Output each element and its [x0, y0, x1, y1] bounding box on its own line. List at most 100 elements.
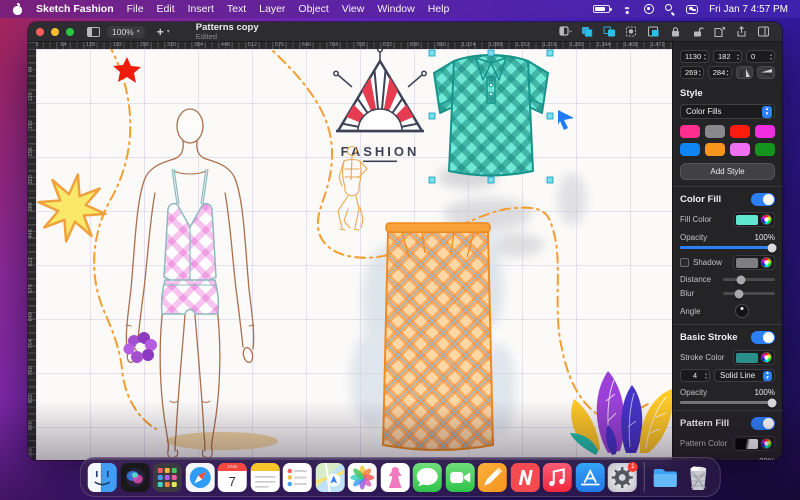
crop-icon[interactable]	[647, 26, 660, 37]
app-window: 100%▾ +▾ Patterns copy Edited 0641281922…	[28, 22, 782, 460]
yellow-starburst[interactable]	[39, 175, 106, 242]
red-star[interactable]	[113, 57, 141, 83]
ungroup-icon[interactable]	[603, 26, 616, 37]
dock-launchpad-icon[interactable]	[153, 463, 182, 492]
leaves-decoration[interactable]	[570, 371, 672, 455]
group-icon[interactable]	[581, 26, 594, 37]
zoom-dropdown[interactable]: 100%▾	[107, 26, 145, 38]
dock-fashion-app-icon[interactable]	[380, 463, 409, 492]
dock-appstore-icon[interactable]	[575, 463, 604, 492]
y-position-field[interactable]: 182▴▾	[713, 50, 742, 63]
dock-reminders-icon[interactable]	[283, 463, 312, 492]
dock-folder-icon[interactable]	[651, 463, 680, 492]
canvas[interactable]: FASHION	[36, 49, 672, 460]
dock-messages-icon[interactable]	[413, 463, 442, 492]
color-picker-icon[interactable]	[761, 214, 772, 225]
share-icon[interactable]	[735, 26, 748, 37]
dock-trash-icon[interactable]	[683, 463, 712, 492]
panel-toggle-icon[interactable]	[757, 26, 770, 37]
lock-icon[interactable]	[669, 26, 682, 37]
menu-item[interactable]: Text	[227, 3, 246, 15]
dock-news-icon[interactable]	[510, 463, 539, 492]
flip-vertical-button[interactable]	[757, 66, 775, 79]
dock-siri-icon[interactable]	[120, 463, 149, 492]
fill-opacity-slider[interactable]	[680, 246, 775, 249]
cami-top-garment[interactable]	[164, 169, 216, 284]
shadow-angle-dial[interactable]	[735, 304, 749, 318]
unlock-icon[interactable]	[691, 26, 704, 37]
user-switch-icon[interactable]	[644, 4, 654, 14]
dock-notes-icon[interactable]	[250, 463, 279, 492]
fill-opacity-value: 100%	[755, 233, 775, 242]
sidebar-toggle-icon[interactable]	[87, 27, 100, 37]
apple-logo-icon[interactable]	[12, 3, 23, 15]
height-field[interactable]: 284▴▾	[708, 66, 732, 79]
menu-item[interactable]: Object	[298, 3, 328, 15]
menu-item[interactable]: Window	[377, 3, 414, 15]
stroke-style-dropdown[interactable]: Solid Line▲▼	[714, 369, 775, 382]
dock-finder-icon[interactable]	[88, 463, 117, 492]
stroke-color-well[interactable]	[733, 350, 775, 365]
stroke-width-field[interactable]: 4▴▾	[680, 369, 710, 382]
menu-clock[interactable]: Fri Jan 7 4:57 PM	[709, 4, 788, 15]
small-croquis-sketch[interactable]	[338, 147, 367, 231]
dock-photos-icon[interactable]	[348, 463, 377, 492]
spotlight-search-icon[interactable]	[665, 4, 675, 14]
fashion-logo[interactable]: FASHION	[334, 49, 426, 162]
dock-safari-icon[interactable]	[185, 463, 214, 492]
shadow-distance-slider[interactable]	[723, 278, 775, 281]
add-style-button[interactable]: Add Style	[680, 163, 775, 180]
shadow-color-well[interactable]	[733, 255, 775, 270]
wifi-icon[interactable]	[621, 5, 633, 14]
close-button[interactable]	[36, 28, 44, 36]
pattern-color-well[interactable]	[733, 436, 775, 451]
style-swatch[interactable]	[680, 143, 700, 156]
style-swatch[interactable]	[730, 125, 750, 138]
width-field[interactable]: 269▴▾	[680, 66, 704, 79]
fullscreen-button[interactable]	[66, 28, 74, 36]
style-swatch[interactable]	[705, 143, 725, 156]
ruler-label: 768	[28, 357, 36, 384]
export-icon[interactable]	[713, 26, 726, 37]
menu-bar: Sketch Fashion File Edit Insert Text Layer Ob…	[0, 0, 800, 18]
stroke-opacity-slider[interactable]	[680, 401, 775, 404]
control-center-icon[interactable]	[686, 5, 698, 14]
menu-item[interactable]: Help	[428, 3, 450, 15]
pattern-fill-toggle[interactable]	[751, 417, 775, 430]
style-swatch[interactable]	[730, 143, 750, 156]
basic-stroke-toggle[interactable]	[751, 331, 775, 344]
insert-button[interactable]: +▾	[152, 24, 175, 40]
dock-sketch-pencil-icon[interactable]	[478, 463, 507, 492]
menu-item[interactable]: Edit	[157, 3, 175, 15]
dock-maps-icon[interactable]	[315, 463, 344, 492]
style-swatch[interactable]	[705, 125, 725, 138]
style-swatch[interactable]	[755, 143, 775, 156]
battery-icon[interactable]	[593, 5, 610, 13]
color-fill-toggle[interactable]	[751, 193, 775, 206]
rotation-field[interactable]: 0▴▾	[746, 50, 775, 63]
view-options-icon[interactable]	[559, 26, 572, 37]
menu-item[interactable]: View	[342, 3, 365, 15]
x-position-field[interactable]: 1130▴▾	[680, 50, 709, 63]
dock-facetime-icon[interactable]	[445, 463, 474, 492]
fill-color-well[interactable]	[733, 212, 775, 227]
menu-item[interactable]: Layer	[259, 3, 285, 15]
flip-horizontal-button[interactable]	[736, 66, 754, 79]
dock-settings-icon[interactable]: 1	[608, 463, 637, 492]
dock-music-icon[interactable]	[543, 463, 572, 492]
mask-icon[interactable]	[625, 26, 638, 37]
dock-calendar-icon[interactable]: JAN 7	[218, 463, 247, 492]
style-swatch[interactable]	[755, 125, 775, 138]
floor-shadow-ellipse[interactable]	[166, 432, 278, 450]
style-type-dropdown[interactable]: Color Fills ▲▼	[680, 104, 775, 119]
plaid-skirt[interactable]	[383, 223, 493, 450]
menu-app-name[interactable]: Sketch Fashion	[36, 3, 114, 15]
shadow-checkbox[interactable]	[680, 258, 689, 267]
minimize-button[interactable]	[51, 28, 59, 36]
menu-item[interactable]: Insert	[188, 3, 214, 15]
menu-item[interactable]: File	[127, 3, 144, 15]
style-swatch[interactable]	[680, 125, 700, 138]
shadow-blur-slider[interactable]	[723, 292, 775, 295]
ruler-label: 0	[36, 42, 50, 49]
plaid-polo-shirt[interactable]	[434, 55, 548, 176]
